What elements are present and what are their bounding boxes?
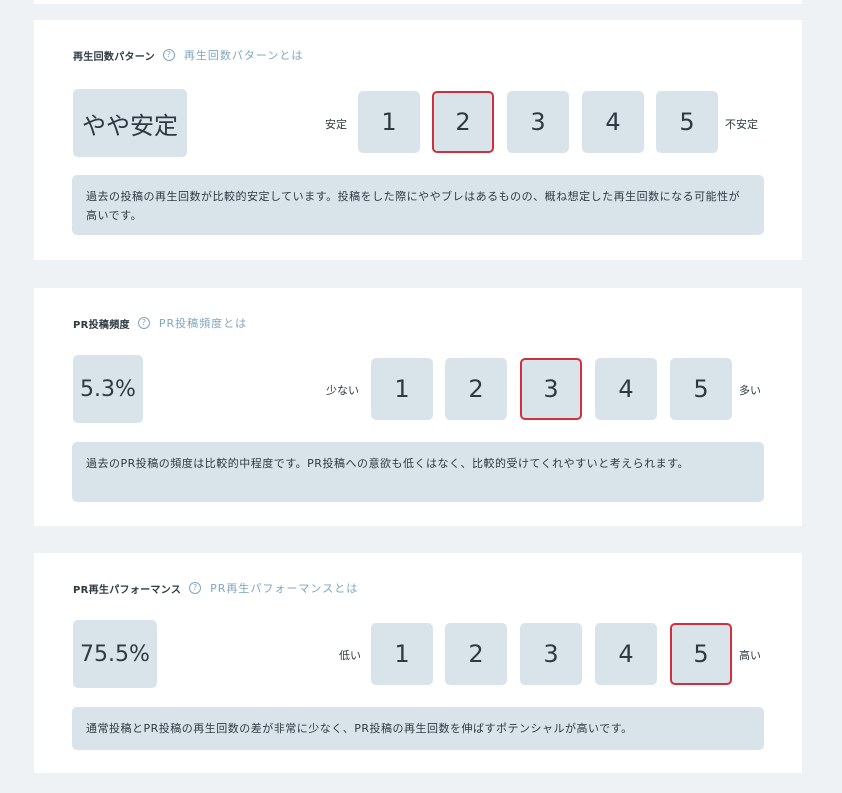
question-circle-icon[interactable]: ?	[162, 49, 175, 61]
pr-frequency-card: PR投稿頻度 ? PR投稿頻度とは 5.3% 少ない 1 2 3 4 5 多い …	[34, 288, 802, 526]
card-header: PR再生パフォーマンス ? PR再生パフォーマンスとは	[73, 580, 358, 596]
card-header: 再生回数パターン ? 再生回数パターンとは	[73, 47, 303, 63]
scale-option-5[interactable]: 5	[670, 358, 732, 420]
scale-low-label: 低い	[339, 649, 361, 662]
playback-pattern-card: 再生回数パターン ? 再生回数パターンとは やや安定 安定 1 2 3 4 5 …	[34, 20, 802, 260]
card-header: PR投稿頻度 ? PR投稿頻度とは	[73, 315, 247, 331]
description-box: 通常投稿とPR投稿の再生回数の差が非常に少なく、PR投稿の再生回数を伸ばすポテン…	[72, 707, 764, 750]
help-link[interactable]: PR投稿頻度とは	[159, 315, 247, 331]
help-link[interactable]: 再生回数パターンとは	[184, 47, 303, 63]
question-circle-icon[interactable]: ?	[137, 317, 150, 329]
scale-option-3[interactable]: 3	[507, 91, 569, 153]
scale-low-label: 少ない	[326, 384, 359, 397]
scale-low-label: 安定	[325, 118, 347, 131]
scale-option-3-selected[interactable]: 3	[520, 358, 582, 420]
scale-high-label: 多い	[739, 384, 761, 397]
scale-option-4[interactable]: 4	[595, 358, 657, 420]
value-text: やや安定	[82, 111, 178, 140]
scale-high-label: 高い	[739, 649, 761, 662]
description-box: 過去のPR投稿の頻度は比較的中程度です。PR投稿への意欲も低くはなく、比較的受け…	[72, 442, 764, 502]
card-title: PR投稿頻度	[73, 319, 130, 331]
previous-card-edge	[34, 0, 802, 4]
scale-option-4[interactable]: 4	[595, 623, 657, 685]
scale-option-2[interactable]: 2	[445, 358, 507, 420]
value-display: やや安定	[73, 89, 187, 157]
scale-option-5-selected[interactable]: 5	[670, 623, 732, 685]
description-box: 過去の投稿の再生回数が比較的安定しています。投稿をした際にややブレはあるものの、…	[72, 175, 764, 235]
pr-performance-card: PR再生パフォーマンス ? PR再生パフォーマンスとは 75.5% 低い 1 2…	[34, 553, 802, 773]
scale-option-3[interactable]: 3	[520, 623, 582, 685]
value-text: 75.5%	[80, 641, 150, 667]
scale-option-2[interactable]: 2	[445, 623, 507, 685]
scale-option-1[interactable]: 1	[371, 623, 433, 685]
scale-option-2-selected[interactable]: 2	[432, 91, 494, 153]
help-link[interactable]: PR再生パフォーマンスとは	[210, 580, 358, 596]
value-display: 75.5%	[73, 620, 157, 688]
card-title: 再生回数パターン	[73, 51, 155, 63]
value-display: 5.3%	[73, 355, 143, 423]
question-circle-icon[interactable]: ?	[189, 582, 202, 594]
scale-option-5[interactable]: 5	[656, 91, 718, 153]
scale-option-1[interactable]: 1	[358, 91, 420, 153]
card-title: PR再生パフォーマンス	[73, 584, 182, 596]
scale-option-4[interactable]: 4	[582, 91, 644, 153]
scale-option-1[interactable]: 1	[371, 358, 433, 420]
scale-high-label: 不安定	[725, 118, 758, 131]
value-text: 5.3%	[80, 376, 136, 402]
